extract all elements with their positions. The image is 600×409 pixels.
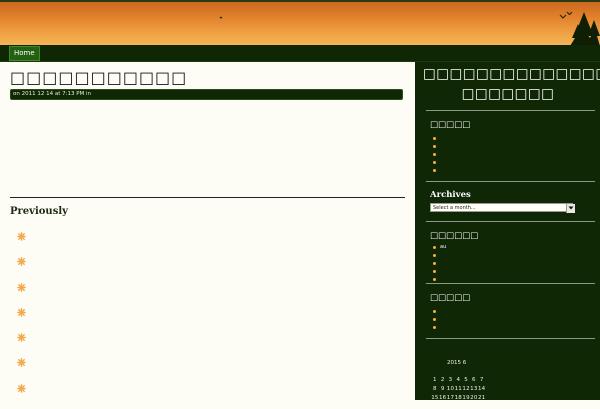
- list-item[interactable]: [433, 315, 440, 323]
- calendar-day[interactable]: 21: [478, 395, 486, 400]
- calendar-day[interactable]: 14: [478, 386, 486, 392]
- archives-heading: Archives: [430, 190, 471, 200]
- chevron-down-icon[interactable]: [566, 204, 575, 213]
- calendar-day[interactable]: 12: [462, 386, 470, 392]
- sidebar-divider: [426, 283, 595, 284]
- asterisk-icon: [17, 358, 26, 368]
- list-item[interactable]: [433, 307, 440, 315]
- sidebar-divider: [426, 110, 595, 111]
- calendar-day[interactable]: 3: [447, 377, 455, 383]
- calendar-day[interactable]: 11: [454, 386, 462, 392]
- previously-heading: Previously: [10, 206, 68, 217]
- list-item[interactable]: au: [433, 243, 446, 251]
- header-decoration: [219, 11, 600, 46]
- calendar-caption: 2015 6: [447, 360, 467, 366]
- calendar-row: 15161718192021: [431, 395, 486, 400]
- asterisk-icon: [17, 308, 26, 317]
- asterisk-icon: [17, 333, 26, 343]
- nav-home-link[interactable]: Home: [9, 46, 40, 61]
- calendar-day[interactable]: 1: [431, 377, 439, 383]
- calendar-day[interactable]: 10: [447, 386, 455, 392]
- list-item[interactable]: [433, 166, 440, 174]
- archives-select[interactable]: Select a month...: [430, 203, 573, 212]
- calendar-row: 8 9 1011121314: [431, 386, 486, 392]
- list-item[interactable]: [433, 267, 446, 275]
- list-item[interactable]: [433, 134, 440, 142]
- pine-trees-icon: [570, 12, 600, 46]
- sidebar-divider: [426, 338, 595, 339]
- calendar-day[interactable]: 7: [478, 377, 486, 383]
- sidebar-divider: [426, 181, 595, 182]
- calendar-day[interactable]: 4: [454, 377, 462, 383]
- calendar-day[interactable]: 2: [439, 377, 447, 383]
- asterisk-icon: [17, 257, 26, 267]
- widget3-list: au: [433, 243, 446, 283]
- post-title[interactable]: □□□□□□□□□□□: [10, 68, 187, 87]
- calendar-day[interactable]: 16: [439, 395, 447, 400]
- asterisk-icon: [17, 282, 26, 292]
- main-content: □□□□□□□□□□□ on 2011 12 14 at 7:13 PM in …: [0, 62, 415, 400]
- sidebar-divider: [426, 221, 595, 222]
- widget4-heading: □□□□□: [430, 293, 471, 303]
- birds-icon: [219, 11, 573, 19]
- list-item[interactable]: [433, 158, 440, 166]
- widget1-list: [433, 134, 440, 174]
- widget4-list: [433, 307, 440, 331]
- calendar-day[interactable]: 19: [462, 395, 470, 400]
- calendar-day[interactable]: 13: [470, 386, 478, 392]
- calendar-day[interactable]: 6: [470, 377, 478, 383]
- content-divider: [10, 197, 405, 198]
- list-item[interactable]: [433, 259, 446, 267]
- list-item[interactable]: [433, 323, 440, 331]
- list-item[interactable]: [433, 142, 440, 150]
- calendar-day[interactable]: 8: [431, 386, 439, 392]
- blog-title[interactable]: □□□□□□□□□□□□□□□□□ □□□□□□□: [423, 64, 600, 104]
- calendar-day[interactable]: 20: [470, 395, 478, 400]
- asterisk-icon: [17, 383, 26, 393]
- calendar-day[interactable]: 18: [454, 395, 462, 400]
- calendar-row: 1234567: [431, 377, 486, 383]
- nav-bar: Home: [0, 45, 600, 62]
- list-item[interactable]: [433, 251, 446, 259]
- calendar-day[interactable]: 9: [439, 386, 447, 392]
- calendar-day[interactable]: 17: [447, 395, 455, 400]
- sidebar: □□□□□□□□□□□□□□□□□ □□□□□□□ □□□□□ Archives…: [415, 62, 600, 400]
- widget3-heading: □□□□□□: [430, 231, 479, 241]
- widget1-heading: □□□□□: [430, 120, 471, 130]
- header-banner: [0, 0, 600, 46]
- calendar-day[interactable]: 15: [431, 395, 439, 400]
- asterisk-icon: [17, 232, 26, 241]
- post-meta: on 2011 12 14 at 7:13 PM in: [10, 89, 403, 100]
- list-item[interactable]: [433, 150, 440, 158]
- calendar-day[interactable]: 5: [462, 377, 470, 383]
